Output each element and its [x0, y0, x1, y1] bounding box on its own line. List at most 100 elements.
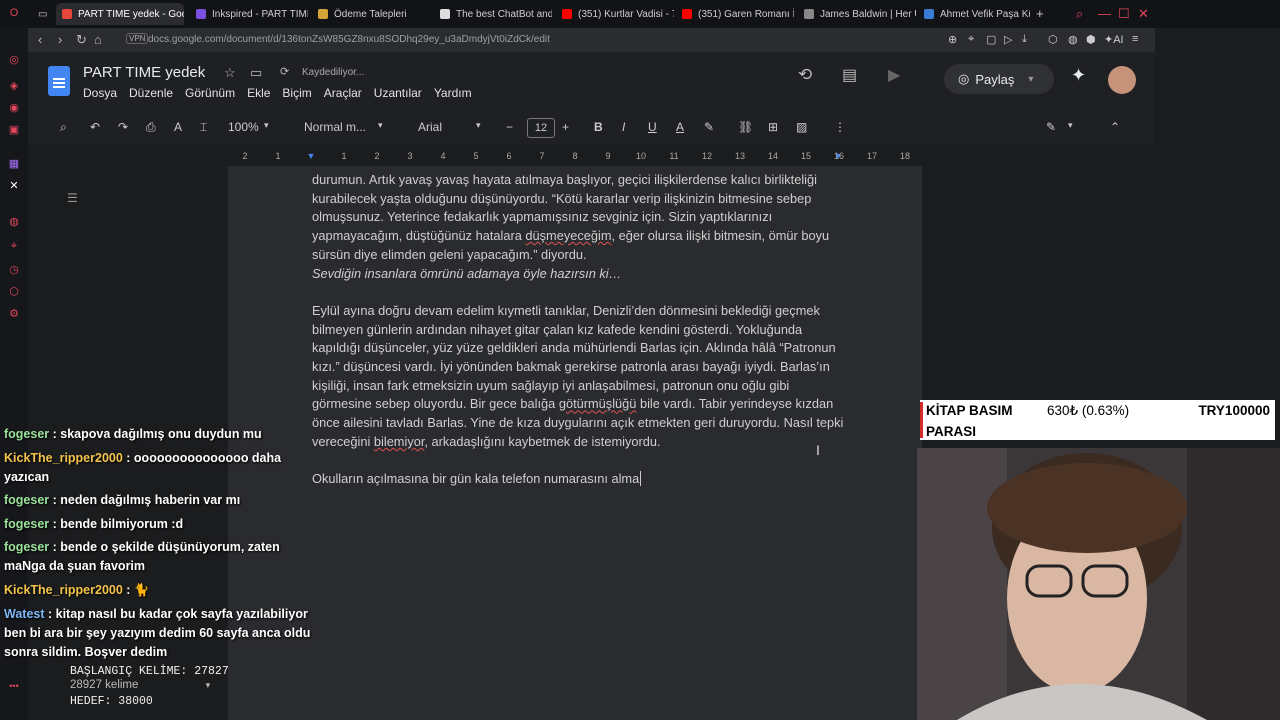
print-icon[interactable]: ⎙: [146, 120, 156, 135]
ruler-number: 3: [407, 151, 413, 161]
home-icon[interactable]: ⌂: [94, 32, 102, 47]
maximize-icon[interactable]: ☐: [1118, 6, 1130, 22]
indent-marker-icon[interactable]: ▼: [307, 151, 316, 161]
pin-icon[interactable]: ⌖: [968, 33, 974, 46]
share-button[interactable]: ◎ Paylaş ▾: [944, 64, 1054, 94]
menu-bicim[interactable]: Biçim: [282, 86, 311, 100]
spellcheck-icon[interactable]: A: [174, 120, 182, 134]
decrease-font-icon[interactable]: −: [506, 120, 513, 134]
chat-text: : kitap nasıl bu kadar çok sayfa yazılab…: [4, 607, 311, 659]
outline-icon[interactable]: ☰: [67, 191, 78, 205]
tab-3[interactable]: The best ChatBot and: [434, 3, 552, 25]
gemini-icon[interactable]: ✦: [1071, 65, 1086, 86]
history-icon[interactable]: ⟲: [798, 65, 812, 85]
editing-mode-icon[interactable]: ✎: [1046, 120, 1056, 134]
menu-yardim[interactable]: Yardım: [434, 86, 472, 100]
search-icon[interactable]: ⌕: [60, 120, 67, 135]
tab-2[interactable]: Ödeme Talepleri: [312, 3, 430, 25]
tab-7[interactable]: Ahmet Vefik Paşa Kültü: [918, 3, 1030, 25]
underline-icon[interactable]: U: [648, 120, 657, 134]
tab-favicon-icon: [440, 9, 450, 19]
cube-icon[interactable]: ⬢: [1086, 33, 1096, 46]
download-icon[interactable]: ⤓: [1022, 33, 1027, 46]
back-icon[interactable]: ‹: [38, 32, 42, 47]
url-field[interactable]: docs.google.com/document/d/136tonZsW85GZ…: [148, 34, 550, 45]
settings-icon[interactable]: ⚙: [8, 308, 20, 320]
tab-6[interactable]: James Baldwin | Her U: [798, 3, 916, 25]
document-title[interactable]: PART TIME yedek: [83, 64, 205, 81]
comment-icon[interactable]: ⊞: [768, 120, 778, 134]
more-icon[interactable]: •••: [8, 680, 20, 692]
word-count-indicator[interactable]: 28927 kelime ▾: [70, 679, 210, 691]
chevron-down-icon: ▾: [378, 120, 383, 130]
menu-ekle[interactable]: Ekle: [247, 86, 270, 100]
paint-format-icon[interactable]: ⌶: [200, 120, 207, 135]
menu-araclar[interactable]: Araçlar: [324, 86, 362, 100]
style-select[interactable]: Normal m...: [304, 120, 366, 134]
x-icon[interactable]: ✕: [8, 180, 20, 192]
workspace-icon[interactable]: ▭: [32, 3, 52, 25]
italic-icon[interactable]: I: [622, 120, 625, 134]
search-icon[interactable]: ⌕: [1076, 6, 1083, 22]
misspelled-word[interactable]: götürmüşlüğü: [559, 396, 637, 411]
link-icon[interactable]: ⛓: [738, 120, 753, 134]
tab-favicon-icon: [682, 9, 692, 19]
messenger-icon[interactable]: ◉: [8, 102, 20, 114]
player-icon[interactable]: ▷: [1004, 33, 1012, 46]
avatar[interactable]: [1108, 66, 1136, 94]
ai-button[interactable]: ✦AI: [1104, 33, 1124, 46]
redo-icon[interactable]: ↷: [118, 120, 128, 134]
image-icon[interactable]: ▨: [796, 120, 807, 134]
cube-icon[interactable]: ⬡: [8, 286, 20, 298]
mail-icon[interactable]: ▣: [8, 124, 20, 136]
meet-icon[interactable]: ▶: [888, 65, 900, 85]
close-icon[interactable]: ✕: [1138, 6, 1149, 22]
text-color-icon[interactable]: A: [676, 120, 684, 134]
opera-menu-icon[interactable]: O: [8, 7, 20, 19]
docs-logo-icon[interactable]: [48, 66, 70, 96]
highlight-icon[interactable]: ✎: [704, 120, 714, 134]
chat-text: : 🐈: [122, 583, 150, 597]
document-body[interactable]: durumun. Artık yavaş yavaş hayata atılma…: [312, 171, 852, 508]
tab-1[interactable]: Inkspired - PART TIME: [190, 3, 308, 25]
minimize-icon[interactable]: —: [1098, 6, 1111, 21]
menu-uzantilar[interactable]: Uzantılar: [374, 86, 422, 100]
more-icon[interactable]: ⋮: [834, 120, 846, 134]
reload-icon[interactable]: ↻: [76, 32, 87, 48]
undo-icon[interactable]: ↶: [90, 120, 100, 134]
font-size-input[interactable]: 12: [527, 118, 555, 138]
misspelled-word[interactable]: bilemiyor: [374, 434, 425, 449]
misspelled-word[interactable]: düşmeyeceğim: [525, 228, 611, 243]
menu-dosya[interactable]: Dosya: [83, 86, 117, 100]
zoom-select[interactable]: 100%: [228, 120, 259, 134]
history-icon[interactable]: ◷: [8, 264, 20, 276]
star-icon[interactable]: ☆: [224, 65, 236, 81]
forward-icon[interactable]: ›: [58, 32, 62, 47]
bold-icon[interactable]: B: [594, 120, 603, 134]
word-count-text: 28927 kelime: [70, 679, 139, 691]
font-select[interactable]: Arial: [418, 120, 442, 134]
tab-5[interactable]: (351) Garen Romanı İle: [676, 3, 794, 25]
wallet-icon[interactable]: ◍: [1068, 33, 1078, 46]
pin-icon[interactable]: ⌖: [8, 240, 20, 252]
sidebar-icon-2[interactable]: ◈: [8, 80, 20, 92]
snapshot-icon[interactable]: ▢: [986, 33, 996, 46]
vpn-badge[interactable]: VPN: [126, 33, 149, 44]
increase-font-icon[interactable]: +: [562, 120, 569, 134]
ruler-number: 12: [701, 151, 713, 161]
tab-0[interactable]: PART TIME yedek - Google: [56, 3, 184, 25]
comments-icon[interactable]: ▤: [842, 65, 857, 85]
tab-4[interactable]: (351) Kurtlar Vadisi - 7: [556, 3, 674, 25]
menu-gorunum[interactable]: Görünüm: [185, 86, 235, 100]
player-icon[interactable]: ◍: [8, 216, 20, 228]
zoom-icon[interactable]: ⊕: [948, 33, 957, 46]
menu-duzenle[interactable]: Düzenle: [129, 86, 173, 100]
new-tab-button[interactable]: +: [1036, 6, 1044, 21]
collapse-icon[interactable]: ⌃: [1110, 120, 1120, 134]
twitch-icon[interactable]: ▦: [8, 158, 20, 170]
folder-icon[interactable]: ▭: [250, 65, 262, 81]
menu-icon[interactable]: ≡: [1132, 33, 1138, 45]
document-page[interactable]: durumun. Artık yavaş yavaş hayata atılma…: [228, 166, 922, 720]
extensions-icon[interactable]: ⬡: [1048, 33, 1058, 46]
opera-icon[interactable]: ◎: [8, 54, 20, 66]
